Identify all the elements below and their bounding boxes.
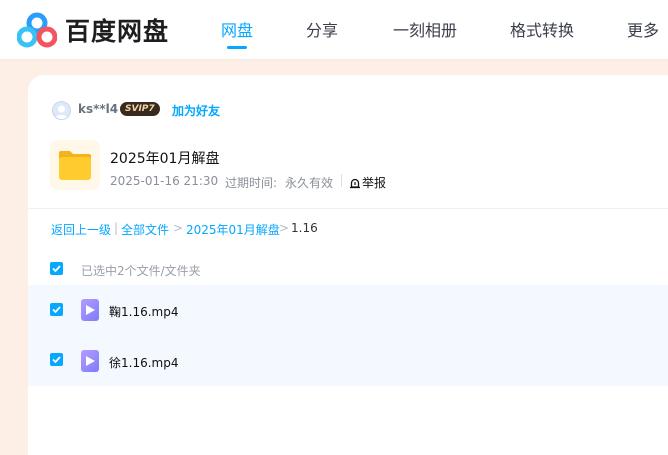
nav-format-convert[interactable]: 格式转换 [510,17,574,41]
file-checkbox[interactable] [50,353,63,366]
breadcrumb-arrow: > [173,221,184,235]
vip-badge: SVIP7 [120,102,160,116]
nav-more[interactable]: 更多 [627,17,659,41]
user-avatar-icon [55,105,68,119]
divider [28,208,668,209]
report-label: 举报 [362,176,387,190]
breadcrumb-current: 1.16 [291,221,318,235]
logo-text: 百度网盘 [65,17,170,46]
logo-icon [17,12,57,48]
file-name[interactable]: 徐1.16.mp4 [109,354,178,371]
check-icon [52,356,61,364]
play-icon [86,305,95,315]
file-checkbox[interactable] [50,303,63,316]
file-name[interactable]: 鞠1.16.mp4 [109,303,178,320]
nav-active-indicator [227,46,247,49]
avatar[interactable] [52,101,71,120]
video-file-icon [81,350,99,372]
breadcrumb-arrow: > [279,221,290,235]
top-bar: 百度网盘 网盘 分享 一刻相册 格式转换 更多 [0,0,668,59]
folder-icon [59,151,91,180]
play-icon [86,356,95,366]
breadcrumb-all-files[interactable]: 全部文件 [121,221,169,238]
nav-share[interactable]: 分享 [306,17,338,41]
sharer-username: ks**l4 [78,102,119,116]
share-datetime: 2025-01-16 21:30 [110,174,219,188]
report-icon [350,178,360,188]
nav-yike-album[interactable]: 一刻相册 [393,17,457,41]
expire-label: 过期时间: [225,176,278,190]
breadcrumb-folder[interactable]: 2025年01月解盘 [186,221,280,238]
breadcrumb-back[interactable]: 返回上一级 [51,221,111,238]
video-file-icon [81,299,99,321]
select-all-checkbox[interactable] [50,262,63,275]
share-title: 2025年01月解盘 [110,151,220,167]
baidu-netdisk-logo[interactable]: 百度网盘 [17,10,169,50]
check-icon [52,265,61,273]
add-friend-link[interactable]: 加为好友 [172,102,220,119]
report-button[interactable]: 举报 [349,174,386,191]
selection-status: 已选中2个文件/文件夹 [81,264,201,278]
nav-netdisk[interactable]: 网盘 [221,17,253,41]
check-icon [52,306,61,314]
breadcrumb-separator: | [114,221,119,235]
expire-value: 永久有效 [285,176,334,190]
folder-thumbnail [50,140,100,190]
meta-divider [341,174,342,187]
